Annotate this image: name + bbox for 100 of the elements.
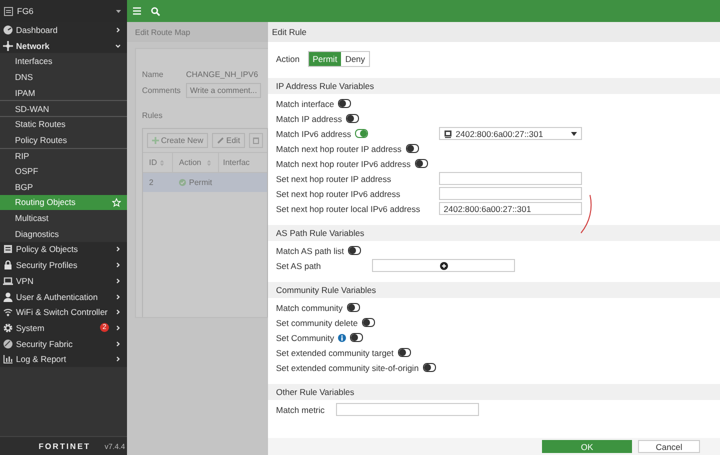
menu-icon[interactable] — [133, 7, 141, 15]
field-label: Match community — [276, 302, 343, 312]
nav-subitem[interactable]: OSPF — [0, 163, 127, 179]
toggle-switch[interactable] — [350, 333, 364, 342]
field-label: Set next hop router local IPv6 address — [276, 204, 420, 214]
field-label: Set community delete — [276, 318, 358, 328]
field-label: Set extended community site-of-origin — [276, 362, 419, 372]
plus-icon — [152, 137, 159, 144]
annotation-stroke — [580, 194, 594, 234]
nav-subitem[interactable]: Routing Objects — [0, 194, 127, 210]
policy-icon — [3, 244, 13, 254]
field-label: Set next hop router IP address — [276, 174, 392, 184]
field-label: Match next hop router IP address — [276, 144, 402, 154]
input-field[interactable]: 2402:800:6a00:27::301 — [438, 202, 582, 215]
chevron-icon — [115, 340, 121, 347]
as-path-field[interactable] — [372, 259, 516, 272]
wifi-icon — [3, 307, 13, 318]
chevron-icon — [115, 26, 121, 33]
toggle-switch[interactable] — [346, 303, 360, 312]
add-icon[interactable] — [440, 262, 448, 270]
nav-subitem[interactable]: Multicast — [0, 210, 127, 226]
nav-item[interactable]: User & Authentication — [0, 288, 127, 304]
dashboard-icon — [3, 24, 13, 35]
nav-subitem[interactable]: Interfaces — [0, 53, 127, 70]
field-label: Comments — [142, 86, 182, 94]
nav-item[interactable]: WiFi & Switch Controller — [0, 304, 127, 320]
network-icon — [3, 40, 13, 51]
chevron-icon — [115, 356, 121, 362]
pencil-icon — [217, 137, 224, 144]
nav-item[interactable]: Policy & Objects — [0, 242, 127, 258]
action-option[interactable]: Permit — [308, 52, 342, 66]
field-label: Set next hop router IPv6 address — [276, 188, 400, 198]
field-label: Set AS path — [276, 260, 321, 270]
section-header: Other Rule Variables — [268, 384, 720, 400]
check-icon — [179, 179, 186, 186]
name-value: CHANGE_NH_IPV6 — [186, 70, 258, 78]
toggle-switch[interactable] — [355, 129, 368, 138]
field-label: Match interface — [276, 98, 334, 108]
address-dropdown[interactable]: 2402:800:6a00:27::301 — [438, 127, 582, 140]
page-title: Edit Route Map — [135, 28, 190, 36]
nav-item[interactable]: Log & Report — [0, 351, 127, 368]
section-header: IP Address Rule Variables — [268, 78, 720, 94]
chevron-icon — [115, 262, 121, 268]
toggle-switch[interactable] — [414, 159, 428, 168]
toggle-switch[interactable] — [406, 144, 419, 153]
table-cell: Permit — [173, 173, 219, 192]
user-icon — [3, 292, 13, 302]
chevron-icon — [115, 309, 121, 316]
toggle-switch[interactable] — [362, 318, 375, 327]
section-label: Rules — [142, 111, 164, 120]
trash-icon — [253, 137, 260, 144]
field-label: Set Community — [276, 332, 334, 342]
field-label: Match IPv6 address — [276, 128, 352, 138]
table-cell-text: 2 — [148, 177, 154, 189]
toggle-switch[interactable] — [398, 348, 411, 357]
field-label: Action — [276, 54, 300, 64]
chevron-icon — [115, 294, 121, 300]
nav-item[interactable]: Dashboard — [0, 22, 127, 38]
sort-icon — [207, 160, 212, 166]
cancel-button[interactable]: Cancel — [638, 440, 700, 453]
panel-title: Edit Rule — [272, 27, 306, 37]
nav-item[interactable]: Network — [0, 38, 127, 54]
search-icon[interactable] — [151, 6, 160, 16]
device-icon — [4, 6, 13, 16]
ok-button[interactable]: OK — [542, 440, 632, 453]
caret-icon[interactable] — [116, 10, 121, 12]
nav-subitem[interactable]: Diagnostics — [0, 226, 127, 242]
chevron-icon — [115, 324, 121, 331]
toggle-switch[interactable] — [348, 246, 362, 255]
chevron-icon — [115, 278, 121, 284]
field-label: Match metric — [276, 404, 325, 414]
field-label: Set extended community target — [276, 348, 394, 358]
toggle-switch[interactable] — [338, 99, 352, 108]
nav-subitem[interactable]: IPAM — [0, 84, 127, 100]
field-label: Match next hop router IPv6 address — [276, 158, 411, 168]
star-icon[interactable] — [112, 198, 121, 207]
field-label: Name — [142, 70, 164, 78]
input-field[interactable] — [336, 403, 479, 416]
input-field[interactable] — [438, 187, 582, 200]
nav-subitem[interactable]: Policy Routes — [0, 132, 127, 148]
chevron-icon — [115, 246, 121, 252]
section-header: AS Path Rule Variables — [268, 225, 720, 241]
nav-item[interactable]: Security Fabric — [0, 336, 127, 352]
input-field[interactable] — [438, 172, 582, 185]
gear-icon — [3, 322, 13, 333]
toggle-switch[interactable] — [346, 114, 359, 123]
brand-logo: FORTINET — [38, 442, 91, 450]
nav-item[interactable]: Security Profiles — [0, 257, 127, 273]
lock-icon — [3, 260, 13, 270]
nav-subitem[interactable]: BGP — [0, 178, 127, 195]
laptop-icon — [3, 276, 13, 286]
field-label: Match AS path list — [276, 246, 344, 256]
address-icon — [444, 130, 452, 138]
toggle-switch[interactable] — [422, 363, 436, 372]
chart-icon — [3, 354, 13, 364]
nav-item[interactable]: VPN — [0, 273, 127, 289]
caret-icon — [570, 132, 577, 136]
nav-subitem[interactable]: DNS — [0, 69, 127, 85]
field-label: Match IP address — [276, 114, 342, 124]
chevron-icon — [115, 42, 121, 49]
